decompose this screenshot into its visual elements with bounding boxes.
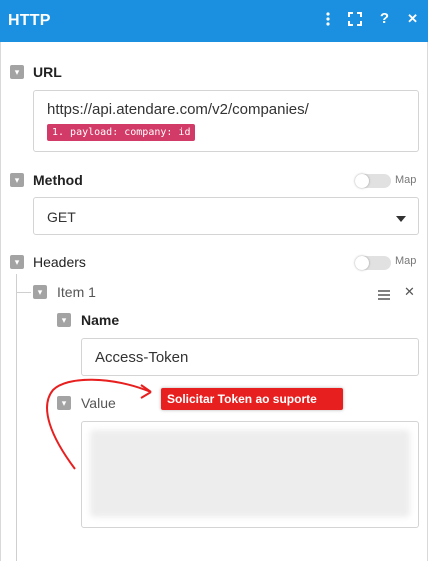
- title-bar: HTTP ? ✕: [0, 0, 428, 42]
- kebab-menu-icon[interactable]: [326, 11, 330, 26]
- settings-panel: ▾ URL https://api.atendare.com/v2/compan…: [0, 42, 428, 561]
- module-title: HTTP: [8, 12, 51, 29]
- title-tools: ? ✕: [326, 10, 418, 27]
- help-icon[interactable]: ?: [380, 10, 389, 27]
- close-icon[interactable]: ✕: [407, 11, 418, 27]
- expand-icon[interactable]: [347, 11, 362, 26]
- annotation-arrow: [46, 378, 152, 470]
